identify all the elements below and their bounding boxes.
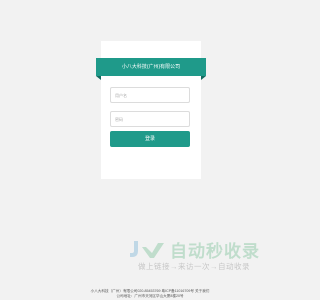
footer-address: 公司地址：广州市天河区华山大厦8楼20号 [116, 294, 184, 298]
banner-fold-left [96, 76, 101, 80]
login-title-banner: 小八大科技(广州)有限公司 [96, 58, 206, 76]
page: 小八大科技(广州)有限公司 登录 自动秒收录 做上链接→来访一次→自动收录 小八… [0, 0, 300, 300]
watermark-subtitle: 做上链接→来访一次→自动收录 [138, 262, 250, 271]
username-input[interactable] [110, 87, 190, 103]
watermark-title: 自动秒收录 [170, 242, 260, 261]
login-button[interactable]: 登录 [110, 131, 190, 147]
password-input[interactable] [110, 111, 190, 127]
banner-fold-right [201, 76, 206, 80]
jz-logo-icon [130, 241, 164, 258]
watermark: 自动秒收录 做上链接→来访一次→自动收录 [128, 237, 283, 277]
